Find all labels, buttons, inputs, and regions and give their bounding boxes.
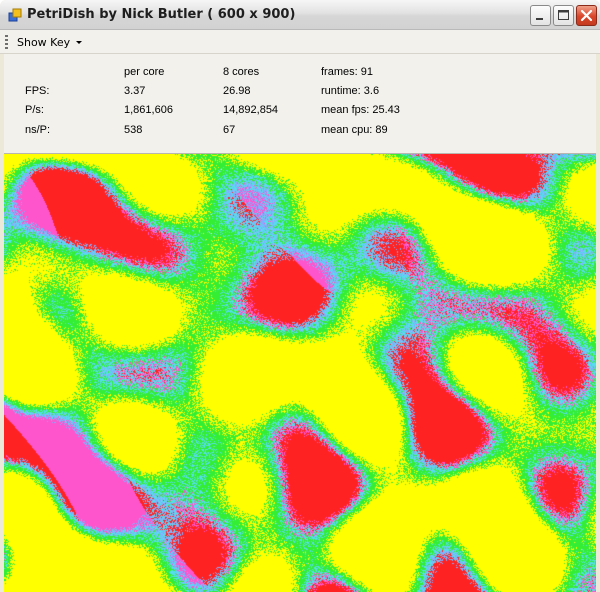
col-header-cores: 8 cores [223,66,260,78]
frames-value: frames: 91 [321,66,373,78]
close-icon [580,9,593,22]
mean-cpu-value: mean cpu: 89 [321,124,388,136]
col-header-per-core: per core [124,66,165,78]
maximize-button[interactable] [553,5,574,26]
row-label-nsp: ns/P: [25,124,51,136]
app-window: PetriDish by Nick Butler ( 600 x 900) Sh… [0,0,600,592]
row-label-ps: P/s: [25,104,44,116]
toolbar-grip-icon[interactable] [5,35,8,49]
minimize-icon [536,18,543,20]
fps-cores: 26.98 [223,85,251,97]
row-label-fps: FPS: [25,85,50,97]
app-icon [8,8,22,22]
toolbar: Show Key [0,30,600,54]
ps-per-core: 1,861,606 [124,104,173,116]
title-bar[interactable]: PetriDish by Nick Butler ( 600 x 900) [0,0,600,30]
chevron-down-icon [76,40,83,44]
ps-cores: 14,892,854 [223,104,279,116]
window-title: PetriDish by Nick Butler ( 600 x 900) [27,7,296,22]
mean-fps-value: mean fps: 25.43 [321,104,400,116]
close-button[interactable] [576,5,597,26]
petri-dish-canvas[interactable] [4,154,596,592]
show-key-dropdown[interactable]: Show Key [14,33,85,51]
minimize-button[interactable] [530,5,551,26]
runtime-value: runtime: 3.6 [321,85,380,97]
nsp-per-core: 538 [124,124,143,136]
nsp-cores: 67 [223,124,236,136]
maximize-icon [558,10,569,20]
stats-panel: per core 8 cores FPS: 3.37 26.98 frames:… [4,54,596,153]
window-frame-right [596,54,600,592]
fps-per-core: 3.37 [124,85,146,97]
show-key-label: Show Key [17,35,71,49]
